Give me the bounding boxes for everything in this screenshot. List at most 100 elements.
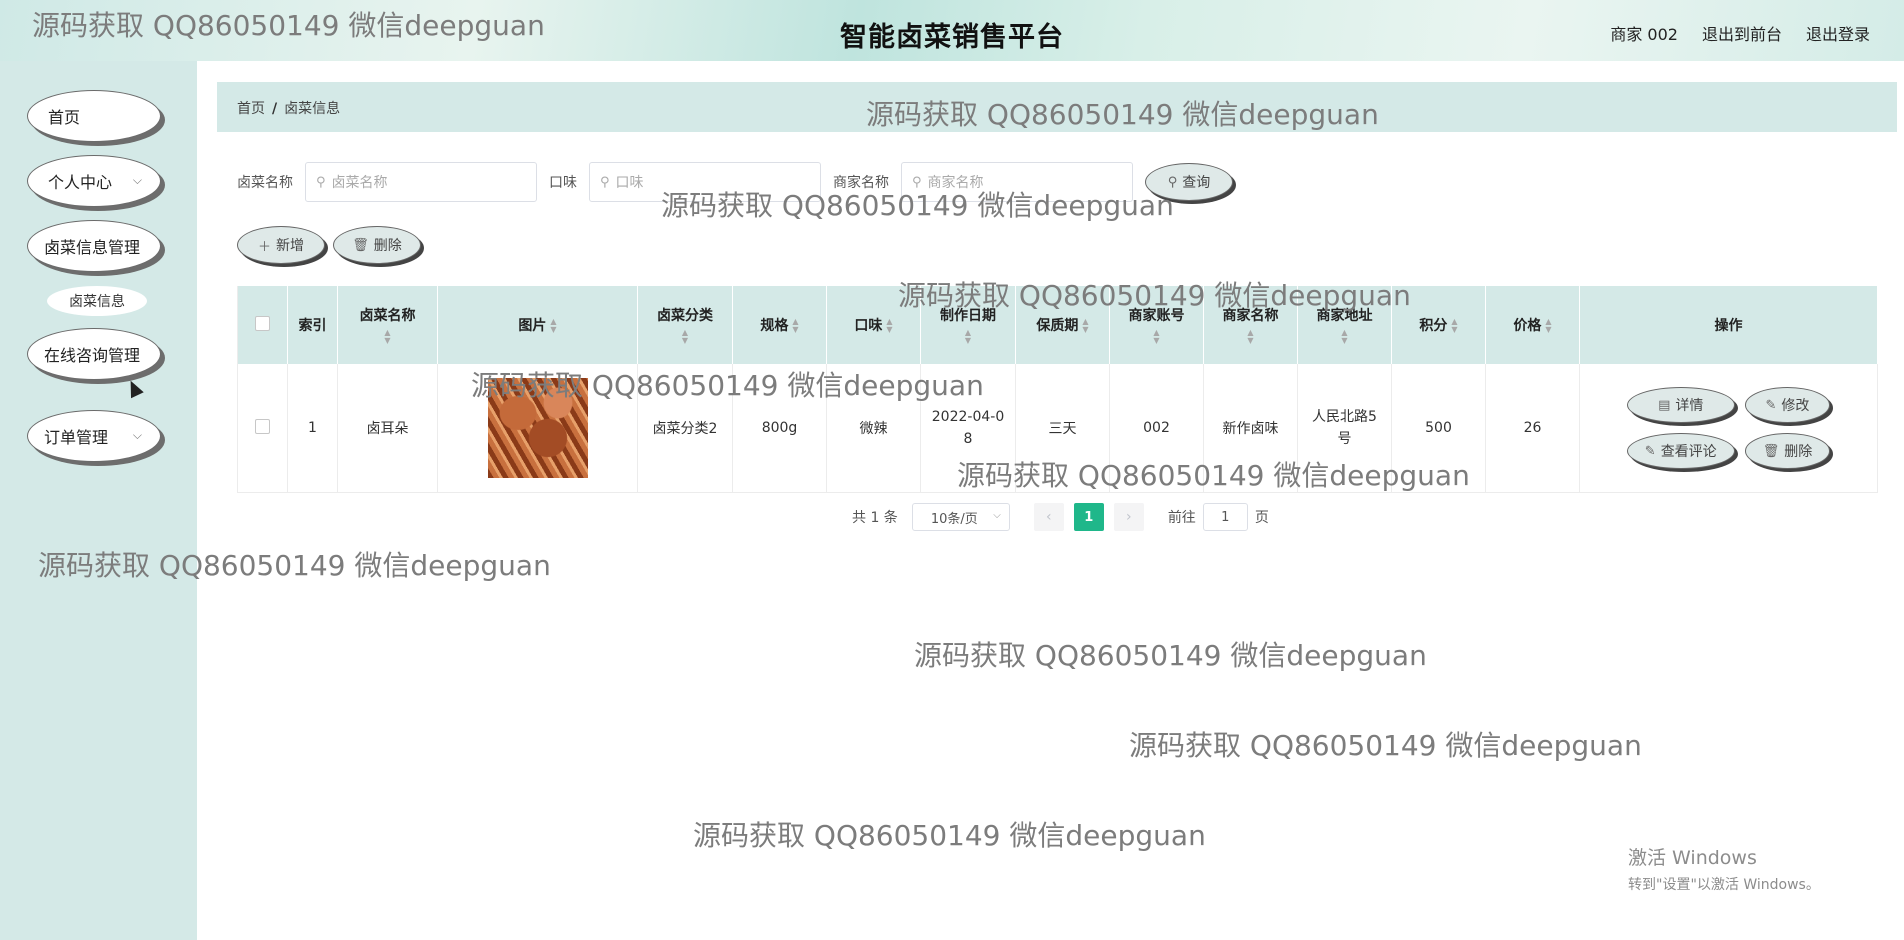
sidebar-item-label: 在线咨询管理	[44, 346, 141, 365]
detail-button[interactable]: ▤ 详情	[1626, 387, 1735, 423]
header-links: 商家 002 退出到前台 退出登录	[1610, 21, 1870, 45]
name-search-input[interactable]: ⚲ 卤菜名称	[305, 162, 537, 202]
cell-name: 卤耳朵	[337, 364, 438, 493]
sort-icon[interactable]: ▲ ▼	[921, 329, 1015, 345]
document-icon: ▤	[1658, 397, 1671, 413]
detail-label: 详情	[1675, 398, 1704, 414]
view-reviews-button[interactable]: ✎ 查看评论	[1626, 433, 1735, 469]
back-to-front-link[interactable]: 退出到前台	[1702, 21, 1782, 45]
row-actions: ▤ 详情 ✎ 修改 ✎ 查看评论 🗑 删除	[1584, 387, 1873, 469]
prev-page-button[interactable]: ‹	[1033, 503, 1064, 531]
taste-placeholder: 口味	[615, 175, 644, 191]
sidebar-item-label: 卤菜信息管理	[44, 238, 141, 257]
col-index-label: 索引	[298, 318, 327, 334]
col-shelf-life-label: 保质期	[1036, 318, 1079, 334]
sidebar-item-personal-center[interactable]: 个人中心 ⌵	[27, 155, 161, 207]
activation-title: 激活 Windows	[1628, 847, 1757, 869]
edit-button[interactable]: ✎ 修改	[1744, 387, 1831, 423]
page-size-value: 10条/页	[930, 511, 978, 527]
sidebar: 首页 个人中心 ⌵ 卤菜信息管理 卤菜信息 在线咨询管理 订单管理 ⌵	[0, 61, 197, 940]
windows-activation-notice: 激活 Windows 转到"设置"以激活 Windows。	[1628, 843, 1820, 894]
sort-icon[interactable]: ▲ ▼	[1204, 329, 1297, 345]
add-label: 新增	[276, 238, 304, 254]
next-page-button[interactable]: ›	[1113, 503, 1144, 531]
cell-price: 26	[1485, 364, 1580, 493]
batch-delete-button[interactable]: 🗑 删除	[333, 226, 421, 264]
page-unit-label: 页	[1254, 510, 1269, 526]
watermark-text: 源码获取 QQ86050149 微信deepguan	[866, 98, 1379, 131]
delete-label: 删除	[373, 238, 402, 254]
sort-icon[interactable]: ▲ ▼	[1451, 318, 1457, 334]
current-user: 商家 002	[1610, 25, 1678, 44]
search-icon: ⚲	[316, 174, 326, 190]
sort-icon[interactable]: ▲ ▼	[550, 318, 556, 334]
sort-icon[interactable]: ▲ ▼	[886, 318, 892, 334]
sort-icon[interactable]: ▲ ▼	[1082, 318, 1088, 334]
sidebar-item-label: 首页	[48, 108, 81, 127]
sort-icon[interactable]: ▲ ▼	[338, 329, 437, 345]
chevron-right-icon: ›	[1126, 509, 1132, 525]
pagination: 共 1 条 10条/页 ⌵ ‹ 1 › 前往 1 页	[852, 503, 1269, 531]
col-category[interactable]: 卤菜分类 ▲ ▼	[637, 286, 733, 364]
sort-icon[interactable]: ▲ ▼	[1545, 318, 1551, 334]
search-icon: ⚲	[600, 174, 610, 190]
trash-icon: 🗑	[352, 237, 369, 253]
col-spec-label: 规格	[760, 318, 789, 334]
sidebar-subitem-food-info[interactable]: 卤菜信息	[47, 286, 147, 316]
watermark-text: 源码获取 QQ86050149 微信deepguan	[38, 549, 551, 582]
row-delete-button[interactable]: 🗑 删除	[1744, 433, 1831, 469]
cell-ops: ▤ 详情 ✎ 修改 ✎ 查看评论 🗑 删除	[1579, 364, 1878, 493]
col-name-label: 卤菜名称	[359, 308, 416, 324]
watermark-text: 源码获取 QQ86050149 微信deepguan	[693, 819, 1206, 852]
sidebar-item-consult-management[interactable]: 在线咨询管理	[27, 328, 161, 380]
sidebar-item-label: 卤菜信息	[69, 294, 125, 310]
chevron-down-icon: ⌵	[132, 428, 142, 442]
col-name[interactable]: 卤菜名称 ▲ ▼	[337, 286, 438, 364]
page-size-select[interactable]: 10条/页 ⌵	[911, 503, 1010, 531]
breadcrumb-separator: /	[272, 101, 278, 117]
goto-label: 前往	[1167, 510, 1196, 526]
add-button[interactable]: ＋ 新增	[237, 226, 325, 264]
action-row: ＋ 新增 🗑 删除	[237, 226, 421, 264]
col-image-label: 图片	[518, 318, 547, 334]
edit-icon: ✎	[1765, 397, 1777, 413]
edit-icon: ✎	[1644, 443, 1656, 459]
row-checkbox[interactable]	[255, 418, 270, 434]
sidebar-item-home[interactable]: 首页	[27, 90, 161, 142]
page-number-current[interactable]: 1	[1073, 503, 1104, 531]
sidebar-item-label: 订单管理	[44, 428, 109, 447]
review-label: 查看评论	[1660, 444, 1717, 460]
col-taste-label: 口味	[854, 318, 883, 334]
watermark-text: 源码获取 QQ86050149 微信deepguan	[914, 639, 1427, 672]
watermark-text: 源码获取 QQ86050149 微信deepguan	[661, 189, 1174, 222]
sort-icon[interactable]: ▲ ▼	[1110, 329, 1203, 345]
row-delete-label: 删除	[1784, 444, 1813, 460]
chevron-left-icon: ‹	[1046, 509, 1052, 525]
select-all-checkbox[interactable]	[255, 315, 270, 331]
sort-icon[interactable]: ▲ ▼	[792, 318, 798, 334]
sort-icon[interactable]: ▲ ▼	[1298, 329, 1391, 345]
col-category-label: 卤菜分类	[657, 308, 713, 324]
trash-icon: 🗑	[1762, 443, 1780, 459]
sort-icon[interactable]: ▲ ▼	[638, 329, 732, 345]
sidebar-item-food-management[interactable]: 卤菜信息管理	[27, 220, 161, 272]
watermark-text: 源码获取 QQ86050149 微信deepguan	[32, 9, 545, 42]
chevron-down-icon: ⌵	[132, 173, 142, 187]
col-spec[interactable]: 规格 ▲ ▼	[732, 286, 827, 364]
breadcrumb-current: 卤菜信息	[284, 101, 341, 117]
watermark-text: 源码获取 QQ86050149 微信deepguan	[957, 459, 1470, 492]
sidebar-item-order-management[interactable]: 订单管理 ⌵	[27, 410, 161, 462]
col-price-label: 价格	[1513, 318, 1542, 334]
select-all-cell	[237, 286, 288, 364]
breadcrumb-home[interactable]: 首页	[237, 101, 265, 117]
col-ops: 操作	[1579, 286, 1878, 364]
goto-page-input[interactable]: 1	[1202, 503, 1248, 531]
name-placeholder: 卤菜名称	[331, 175, 388, 191]
col-points-label: 积分	[1419, 318, 1448, 334]
col-price[interactable]: 价格 ▲ ▼	[1485, 286, 1580, 364]
col-image[interactable]: 图片 ▲ ▼	[437, 286, 638, 364]
total-count: 共 1 条	[852, 510, 898, 526]
watermark-text: 源码获取 QQ86050149 微信deepguan	[1129, 729, 1642, 762]
query-label: 查询	[1182, 175, 1211, 191]
logout-link[interactable]: 退出登录	[1806, 21, 1870, 45]
